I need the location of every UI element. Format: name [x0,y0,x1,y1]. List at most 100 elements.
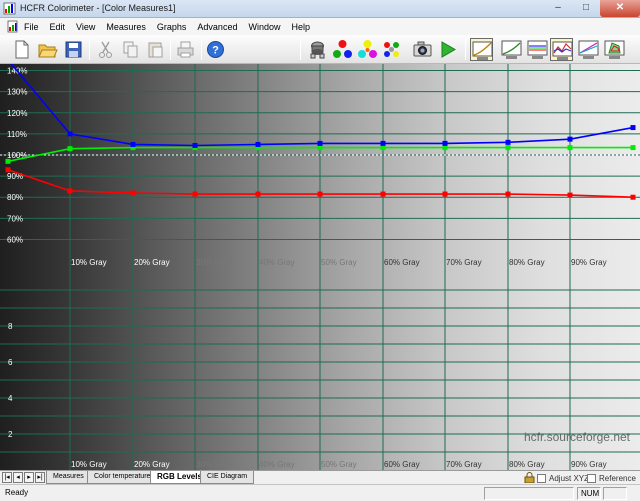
save-icon[interactable] [62,38,85,61]
reference-checkbox[interactable]: Reference [587,472,636,484]
red-point [67,188,73,194]
x-tick-label: 90% Gray [571,258,607,267]
lock-icon [524,472,535,483]
status-pane-3 [603,487,627,500]
red-point [380,191,386,197]
new-document-icon[interactable] [10,38,33,61]
y-tick-label: 2 [8,430,13,439]
cie-graph-icon[interactable] [603,38,626,61]
play-icon[interactable] [436,38,459,61]
x-tick-label: 90% Gray [571,460,607,469]
paste-icon[interactable] [144,38,167,61]
green-point [67,146,73,152]
x-tick-label: 40% Gray [259,460,295,469]
blue-point [130,141,136,147]
watermark: hcfr.sourceforge.net [523,430,630,444]
menu-advanced[interactable]: Advanced [197,22,237,32]
menu-help[interactable]: Help [291,22,310,32]
title-bar: HCFR Colorimeter - [Color Measures1] – □… [0,0,640,18]
menu-measures[interactable]: Measures [106,22,146,32]
x-tick-label: 70% Gray [446,258,482,267]
reference-check[interactable] [587,473,596,483]
red-point [442,191,448,197]
reference-label: Reference [599,473,636,483]
document-icon[interactable] [6,20,20,33]
x-tick-label: 10% Gray [71,460,107,469]
rgb-levels-chart: 140% 130% 120% 110% 100% 90% 80% 70% 60% 8 6 4 2 10% … [0,64,640,470]
blue-point [67,131,73,137]
tab-bar: |◂ ◂ ▸ ▸| Measures Color temperature RGB… [0,470,640,484]
open-folder-icon[interactable] [36,38,59,61]
menu-edit[interactable]: Edit [50,22,66,32]
tab-nav-prev-button[interactable]: ◂ [13,472,23,483]
x-tick-label: 80% Gray [509,258,545,267]
x-tick-label: 30% Gray [196,460,232,469]
blue-point [505,139,511,145]
y-tick-label: 6 [8,358,13,367]
close-button[interactable]: ✕ [600,0,640,17]
gamma-graph-icon[interactable] [470,38,493,61]
cut-icon[interactable] [94,38,117,61]
x-tick-label: 30% Gray [196,258,232,267]
x-tick-label: 20% Gray [134,258,170,267]
menu-file[interactable]: File [24,22,39,32]
status-pane-1 [484,487,574,500]
y-tick-label: 60% [7,235,23,244]
tab-color-temperature[interactable]: Color temperature [87,471,158,484]
y-tick-label: 8 [8,322,13,331]
minimize-button[interactable]: – [544,0,572,17]
x-tick-label: 50% Gray [321,258,357,267]
x-tick-label: 80% Gray [509,460,545,469]
window-title: HCFR Colorimeter - [Color Measures1] [20,3,176,13]
luminance-graph-icon[interactable] [500,38,523,61]
rgb-primaries-icon[interactable] [331,38,354,61]
y-tick-label: 130% [7,88,27,97]
rgb-levels-graph-icon[interactable] [526,38,549,61]
adjust-xyz-checkbox[interactable]: Adjust XYZ [537,472,589,484]
blue-point [567,136,573,142]
red-point [192,191,198,197]
blue-point [255,141,261,147]
camera-icon[interactable] [411,38,434,61]
sensor-icon[interactable] [306,38,329,61]
tab-nav-last-button[interactable]: ▸| [35,472,45,483]
secondaries-icon[interactable] [356,38,379,61]
status-bar: Ready NUM [0,484,640,501]
menu-view[interactable]: View [76,22,95,32]
x-tick-label: 40% Gray [259,258,295,267]
y-tick-label: 120% [7,109,27,118]
x-tick-label: 20% Gray [134,460,170,469]
maximize-button[interactable]: □ [572,0,600,17]
svg-text:?: ? [212,45,219,57]
green-point [505,145,511,151]
rgb-levels-plot: 140%130%120%110%100%90%80%70%60%864210% … [0,64,640,470]
copy-icon[interactable] [119,38,142,61]
red-point [317,191,323,197]
x-tick-label: 70% Gray [446,460,482,469]
tab-nav-first-button[interactable]: |◂ [2,472,12,483]
saturation-graph-icon[interactable] [577,38,600,61]
tab-measures[interactable]: Measures [46,471,91,484]
blue-point [192,143,198,148]
green-point [567,145,573,151]
help-icon[interactable]: ? [204,38,227,61]
full-measure-icon[interactable] [380,38,403,61]
print-icon[interactable] [174,38,197,61]
y-tick-label: 70% [7,214,23,223]
menu-window[interactable]: Window [248,22,280,32]
red-point [130,190,136,196]
menu-graphs[interactable]: Graphs [157,22,187,32]
x-tick-label: 60% Gray [384,258,420,267]
red-point [505,191,511,197]
tab-nav-next-button[interactable]: ▸ [24,472,34,483]
red-point [630,194,636,200]
app-icon [3,2,16,15]
menu-bar: File Edit View Measures Graphs Advanced … [0,18,640,35]
adjust-xyz-check[interactable] [537,473,546,483]
adjust-xyz-label: Adjust XYZ [549,473,590,483]
red-point [255,191,261,197]
color-temp-graph-icon[interactable] [550,38,573,61]
green-point [5,158,11,164]
status-num: NUM [577,487,601,500]
tab-cie-diagram[interactable]: CIE Diagram [200,471,255,484]
